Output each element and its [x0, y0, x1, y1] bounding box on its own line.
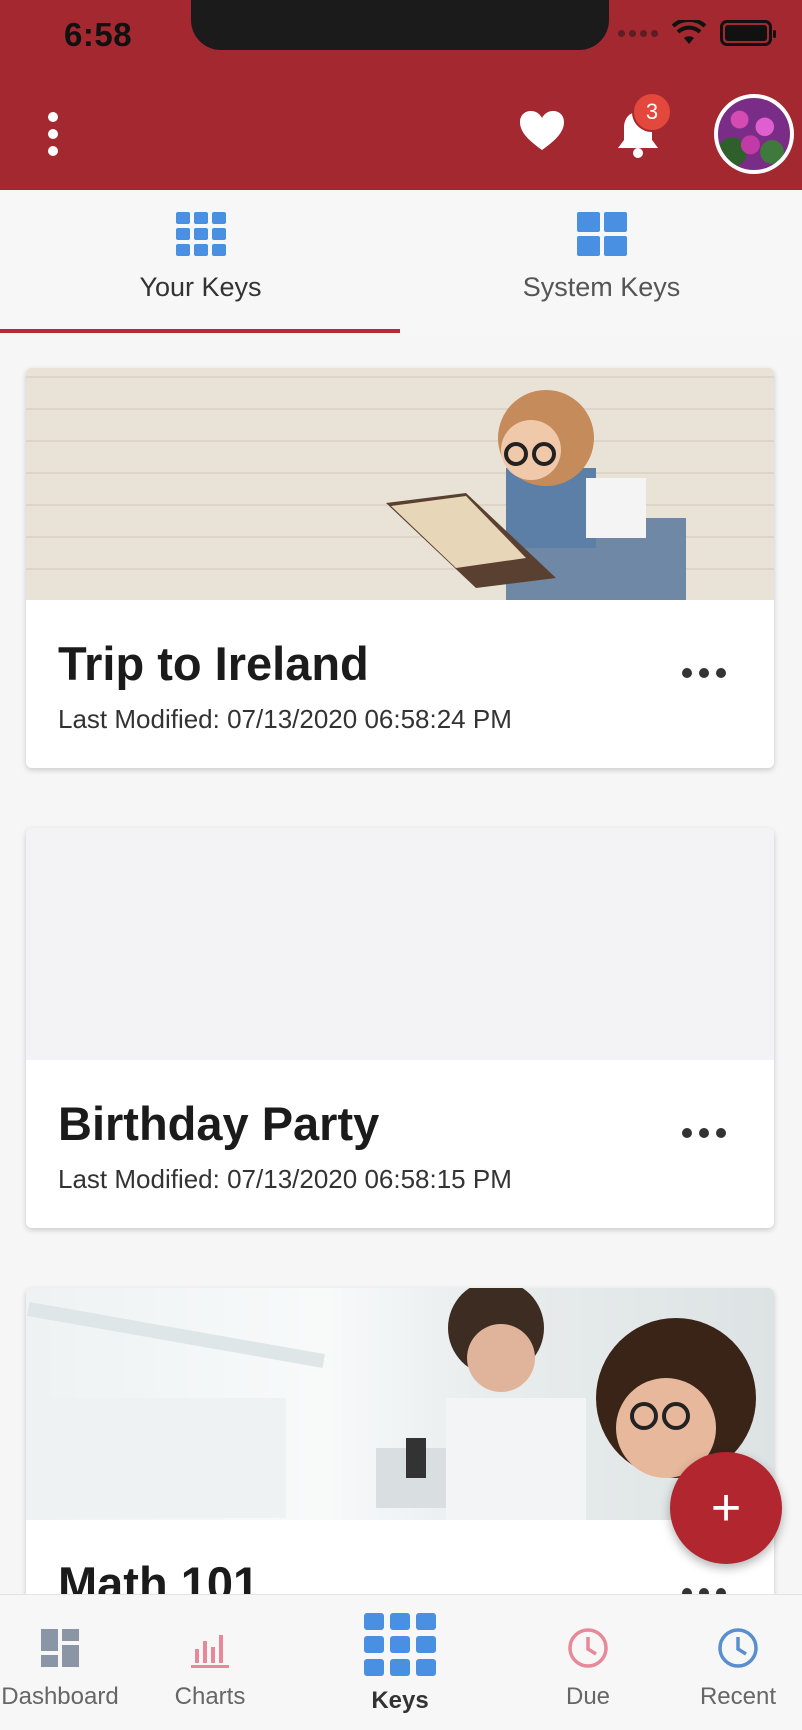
battery-icon: [720, 20, 776, 46]
heart-icon[interactable]: [518, 108, 566, 156]
card-title: Trip to Ireland: [58, 637, 369, 690]
lab-scientists-photo: [26, 1288, 774, 1520]
clock-icon: [718, 1628, 758, 1668]
add-key-button[interactable]: +: [670, 1452, 782, 1564]
bar-chart-icon: [191, 1635, 229, 1668]
nav-label: Due: [565, 1683, 611, 1710]
nav-item-due[interactable]: Due: [528, 1595, 648, 1730]
status-icons: [618, 20, 776, 46]
grid-icon: [175, 212, 226, 256]
avatar[interactable]: [714, 94, 794, 174]
dashboard-grid-icon: [576, 212, 627, 256]
tab-system-keys[interactable]: System Keys: [401, 190, 802, 335]
photo-illustration: [386, 390, 686, 600]
nav-label: Charts: [174, 1683, 246, 1710]
dashboard-icon: [41, 1629, 79, 1667]
more-horizontal-icon[interactable]: [682, 668, 726, 678]
nav-label: Keys: [371, 1687, 429, 1714]
card-title: Birthday Party: [58, 1097, 380, 1150]
bottom-navigation: Dashboard Charts Keys Due Recent: [0, 1594, 802, 1730]
wifi-icon: [672, 20, 706, 44]
more-vertical-icon[interactable]: [42, 112, 64, 156]
nav-label: Recent: [699, 1683, 777, 1710]
nav-label: Dashboard: [1, 1683, 119, 1710]
tab-label: System Keys: [522, 272, 681, 302]
girl-reading-photo: [26, 368, 774, 600]
nav-item-dashboard[interactable]: Dashboard: [0, 1595, 120, 1730]
key-card[interactable]: Trip to Ireland Last Modified: 07/13/202…: [26, 368, 774, 768]
nav-item-charts[interactable]: Charts: [150, 1595, 270, 1730]
clock-icon: [568, 1628, 608, 1668]
signal-icon: [618, 29, 658, 37]
status-time: 6:58: [64, 16, 133, 53]
app-header: 6:58 3: [0, 0, 802, 190]
photo-illustration: [26, 1288, 756, 1520]
keys-tabs: Your Keys System Keys: [0, 190, 802, 335]
grid-icon: [364, 1613, 436, 1676]
nav-item-recent[interactable]: Recent: [678, 1595, 798, 1730]
card-last-modified: Last Modified: 07/13/2020 06:58:24 PM: [58, 704, 512, 734]
tab-your-keys[interactable]: Your Keys: [0, 190, 401, 335]
notification-badge: 3: [632, 92, 672, 132]
empty-placeholder: [26, 828, 774, 1060]
card-last-modified: Last Modified: 07/13/2020 06:58:15 PM: [58, 1164, 512, 1194]
tab-label: Your Keys: [139, 272, 262, 302]
more-horizontal-icon[interactable]: [682, 1128, 726, 1138]
device-notch: [191, 0, 609, 50]
nav-item-keys[interactable]: Keys: [340, 1595, 460, 1730]
key-card[interactable]: Birthday Party Last Modified: 07/13/2020…: [26, 828, 774, 1228]
